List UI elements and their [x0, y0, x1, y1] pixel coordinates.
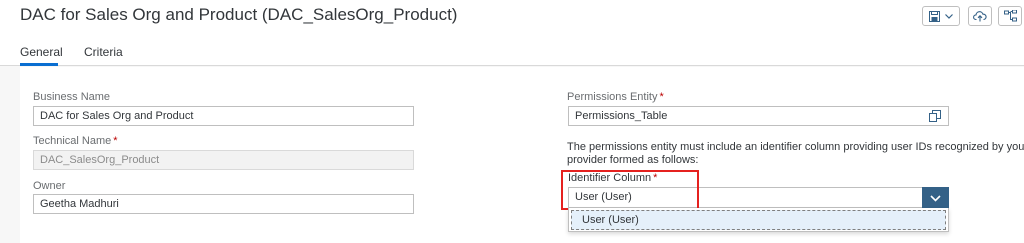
deploy-button[interactable]	[968, 6, 992, 26]
identifier-column-dropdown: User (User)	[568, 208, 949, 232]
page-title: DAC for Sales Org and Product (DAC_Sales…	[20, 5, 458, 24]
copy-icon[interactable]	[929, 109, 941, 127]
header-bar: DAC for Sales Org and Product (DAC_Sales…	[0, 0, 1024, 66]
dropdown-toggle-button[interactable]	[922, 187, 949, 208]
chevron-down-icon	[945, 13, 953, 19]
save-menu-button[interactable]	[922, 6, 960, 26]
info-text-line-1: The permissions entity must include an i…	[567, 141, 1024, 153]
permissions-entity-label-text: Permissions Entity	[567, 91, 658, 103]
technical-name-input: DAC_SalesOrg_Product	[33, 150, 414, 170]
owner-input[interactable]: Geetha Madhuri	[33, 194, 414, 214]
required-indicator: *	[659, 91, 664, 103]
permissions-info-text: The permissions entity must include an i…	[567, 141, 1024, 167]
dropdown-option-user[interactable]: User (User)	[571, 210, 946, 230]
chevron-down-icon	[930, 189, 941, 207]
tab-criteria[interactable]: Criteria	[84, 45, 123, 59]
hierarchy-button[interactable]	[998, 6, 1022, 26]
permissions-entity-input[interactable]: Permissions_Table	[568, 106, 949, 126]
permissions-entity-label: Permissions Entity *	[567, 91, 664, 103]
technical-name-label-text: Technical Name	[33, 135, 112, 147]
hierarchy-icon	[1003, 10, 1017, 22]
highlight-box	[561, 170, 699, 210]
business-name-label: Business Name	[33, 91, 111, 103]
tab-selected-indicator	[20, 63, 58, 66]
info-text-line-2: provider formed as follows:	[567, 154, 699, 166]
owner-label: Owner	[33, 180, 66, 192]
save-icon	[929, 10, 940, 22]
cloud-upload-icon	[973, 10, 987, 22]
technical-name-label: Technical Name *	[33, 135, 118, 147]
business-name-input[interactable]: DAC for Sales Org and Product	[33, 106, 414, 126]
required-indicator: *	[113, 135, 118, 147]
tab-general[interactable]: General	[20, 45, 63, 59]
